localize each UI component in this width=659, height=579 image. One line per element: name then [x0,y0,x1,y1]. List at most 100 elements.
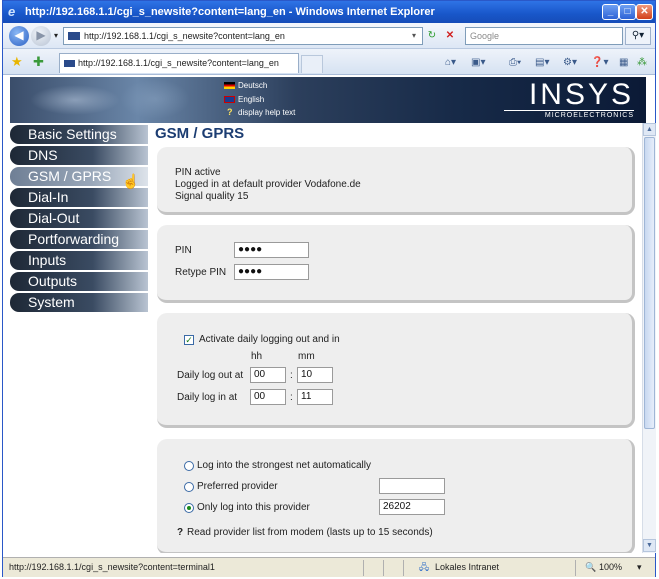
scroll-down-icon[interactable]: ▼ [643,539,656,552]
address-toolbar: ◀ ▶ ▾ http://192.168.1.1/cgi_s_newsite?c… [3,23,655,49]
nav-portforwarding[interactable]: Portforwarding [10,230,148,249]
login-hh-input[interactable]: 00 [250,389,286,405]
nav-basic-settings[interactable]: Basic Settings [10,125,148,144]
page-title: GSM / GPRS [155,125,245,142]
address-text: http://192.168.1.1/cgi_s_newsite?content… [84,31,285,41]
lang-deutsch-link[interactable]: Deutsch [224,81,267,90]
refresh-icon[interactable]: ↻ [425,28,439,43]
logging-panel: ✓ Activate daily logging out and in hh m… [157,313,635,428]
german-flag-icon [224,82,235,89]
hh-header: hh [251,351,263,362]
home-icon[interactable]: ⌂▾ [445,55,456,70]
maximize-button[interactable]: □ [619,4,636,20]
only-provider-label: Only log into this provider [197,502,310,513]
signal-quality-text: Signal quality 15 [175,191,249,202]
lang-english-label: English [238,95,265,104]
nav-inputs[interactable]: Inputs [10,251,148,270]
title-bar: e http://192.168.1.1/cgi_s_newsite?conte… [3,1,655,23]
logout-hh-input[interactable]: 00 [250,367,286,383]
address-dropdown-icon[interactable]: ▾ [407,28,421,43]
ie-logo-icon: e [8,4,16,19]
scroll-thumb[interactable] [644,137,655,429]
page-header-banner: Deutsch English ? display help text INSYS… [10,77,646,123]
mm-header: mm [298,351,315,362]
status-bar: http://192.168.1.1/cgi_s_newsite?content… [3,557,655,577]
new-tab-button[interactable] [301,55,323,73]
preferred-provider-radio[interactable] [184,482,194,492]
retype-pin-label: Retype PIN [175,267,227,278]
auto-provider-radio[interactable] [184,461,194,471]
stop-icon[interactable]: ✕ [443,28,457,43]
back-button[interactable]: ◀ [9,26,29,46]
browser-window: e http://192.168.1.1/cgi_s_newsite?conte… [2,0,656,577]
help-text-link[interactable]: ? display help text [224,107,296,117]
forward-button[interactable]: ▶ [31,26,51,46]
logout-mm-input[interactable]: 10 [297,367,333,383]
pin-status-text: PIN active [175,167,221,178]
preferred-provider-input[interactable] [379,478,445,494]
pin-input[interactable]: ●●●● [234,242,309,258]
status-panel: PIN active Logged in at default provider… [157,147,635,215]
zoom-dropdown-icon[interactable]: ▾ [637,558,642,577]
login-mm-input[interactable]: 11 [297,389,333,405]
daily-logging-checkbox[interactable]: ✓ [184,335,194,345]
only-provider-input[interactable]: 26202 [379,499,445,515]
zoom-level[interactable]: 100% [599,558,622,577]
help-text-label: display help text [238,108,296,117]
nav-dns[interactable]: DNS [10,146,148,165]
help-icon: ? [227,107,233,117]
history-dropdown-icon[interactable]: ▾ [49,28,63,43]
provider-status-text: Logged in at default provider Vodafone.d… [175,179,361,190]
read-provider-list-link[interactable]: Read provider list from modem (lasts up … [187,527,433,538]
minimize-button[interactable]: _ [602,4,619,20]
logo-subtext: MICROELECTRONICS [504,110,634,119]
search-icon[interactable]: ⚲▾ [625,27,651,45]
nav-system[interactable]: System [10,293,148,312]
scroll-up-icon[interactable]: ▲ [643,123,656,136]
browser-tab[interactable]: http://192.168.1.1/cgi_s_newsite?content… [59,53,299,73]
nav-dial-in[interactable]: Dial-In [10,188,148,207]
research-icon[interactable]: ▦ [619,55,628,70]
print-icon[interactable]: ⎙▾ [509,55,521,70]
address-input[interactable]: http://192.168.1.1/cgi_s_newsite?content… [63,27,423,45]
lang-english-link[interactable]: English [224,95,264,104]
insys-logo: INSYS MICROELECTRONICS [504,78,634,119]
content-area: GSM / GPRS PIN active Logged in at defau… [148,123,642,553]
preferred-provider-label: Preferred provider [197,481,278,492]
tools-menu-icon[interactable]: ⚙▾ [563,55,577,70]
extra-icon[interactable]: ⁂ [637,55,647,70]
status-url: http://192.168.1.1/cgi_s_newsite?content… [9,562,215,572]
zoom-icon[interactable]: 🔍 [585,558,596,577]
nav-dial-out[interactable]: Dial-Out [10,209,148,228]
auto-provider-label: Log into the strongest net automatically [197,460,371,471]
login-colon: : [290,392,293,403]
favorites-star-icon[interactable]: ★ [11,54,23,70]
logout-label: Daily log out at [177,370,244,381]
sidebar-nav: Basic Settings DNS GSM / GPRS Dial-In Di… [10,125,148,314]
page-menu-icon[interactable]: ▤▾ [535,55,549,70]
uk-flag-icon [224,96,235,103]
help-menu-icon[interactable]: ❓▾ [591,55,608,70]
security-zone-text: Lokales Intranet [435,562,500,572]
pin-panel: PIN ●●●● Retype PIN ●●●● [157,225,635,303]
window-title: http://192.168.1.1/cgi_s_newsite?content… [25,6,435,18]
vertical-scrollbar[interactable]: ▲ ▼ [642,123,656,553]
retype-pin-input[interactable]: ●●●● [234,264,309,280]
daily-logging-label: Activate daily logging out and in [199,334,340,345]
lang-deutsch-label: Deutsch [238,81,268,90]
tab-label: http://192.168.1.1/cgi_s_newsite?content… [78,58,279,68]
page-icon [68,32,80,40]
nav-outputs[interactable]: Outputs [10,272,148,291]
tab-toolbar: ★ ✚ http://192.168.1.1/cgi_s_newsite?con… [3,49,655,75]
close-button[interactable]: ✕ [636,4,653,20]
info-icon: ? [177,527,184,538]
add-favorites-icon[interactable]: ✚ [33,54,44,70]
search-input[interactable]: Google [465,27,623,45]
pin-label: PIN [175,245,192,256]
only-provider-radio[interactable] [184,503,194,513]
logo-text: INSYS [528,78,634,111]
intranet-zone-icon: 🖧 [419,562,430,572]
feeds-icon[interactable]: ▣▾ [471,55,485,70]
logout-colon: : [290,370,293,381]
tab-page-icon [64,60,75,67]
